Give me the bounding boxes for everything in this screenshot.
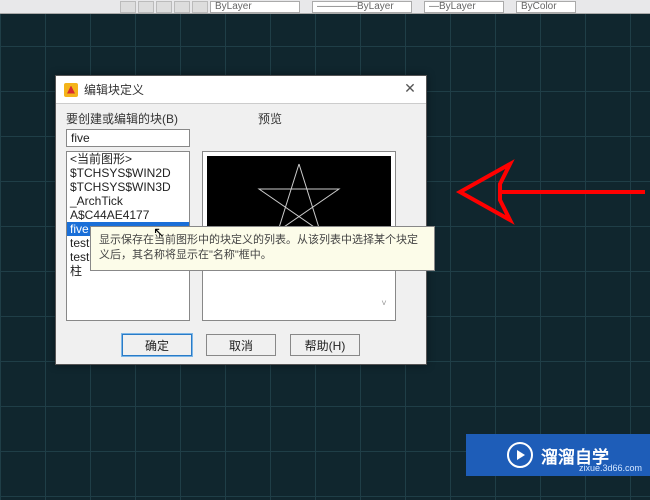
toolbar-icon[interactable] [156, 1, 172, 13]
star-shape [259, 164, 339, 231]
list-item[interactable]: $TCHSYS$WIN3D [67, 180, 189, 194]
block-name-input[interactable] [66, 129, 190, 147]
layer-dropdown[interactable]: ByLayer [210, 1, 300, 13]
properties-toolbar: ByLayer ———— ByLayer — ByLayer ByColor [0, 0, 650, 14]
play-icon [507, 442, 533, 468]
app-icon [64, 83, 78, 97]
toolbar-icon[interactable] [192, 1, 208, 13]
watermark: 溜溜自学 zixue.3d66.com [466, 434, 650, 476]
toolbar-icon[interactable] [138, 1, 154, 13]
lineweight-dropdown[interactable]: — ByLayer [424, 1, 504, 13]
help-button[interactable]: 帮助(H) [290, 334, 360, 356]
dialog-titlebar: 编辑块定义 ✕ [56, 76, 426, 104]
list-item[interactable]: $TCHSYS$WIN2D [67, 166, 189, 180]
toolbar-icon[interactable] [174, 1, 190, 13]
scroll-down-icon[interactable]: ˅ [377, 298, 391, 308]
ok-button[interactable]: 确定 [122, 334, 192, 356]
cancel-button[interactable]: 取消 [206, 334, 276, 356]
block-name-label: 要创建或编辑的块(B) [66, 110, 416, 127]
list-item[interactable]: <当前图形> [67, 152, 189, 166]
close-button[interactable]: ✕ [400, 80, 420, 98]
tooltip: 显示保存在当前图形中的块定义的列表。从该列表中选择某个块定义后，其名称将显示在"… [90, 226, 435, 271]
list-item[interactable]: _ArchTick [67, 194, 189, 208]
list-item[interactable]: A$C44AE4177 [67, 208, 189, 222]
color-dropdown[interactable]: ByColor [516, 1, 576, 13]
edit-block-definition-dialog: 编辑块定义 ✕ 要创建或编辑的块(B) 预览 <当前图形> $TCHSYS$WI… [55, 75, 427, 365]
dialog-title: 编辑块定义 [84, 81, 144, 98]
linetype-dropdown[interactable]: ———— ByLayer [312, 1, 412, 13]
preview-label: 预览 [258, 110, 282, 127]
toolbar-icon[interactable] [120, 1, 136, 13]
watermark-url: zixue.3d66.com [579, 463, 642, 473]
